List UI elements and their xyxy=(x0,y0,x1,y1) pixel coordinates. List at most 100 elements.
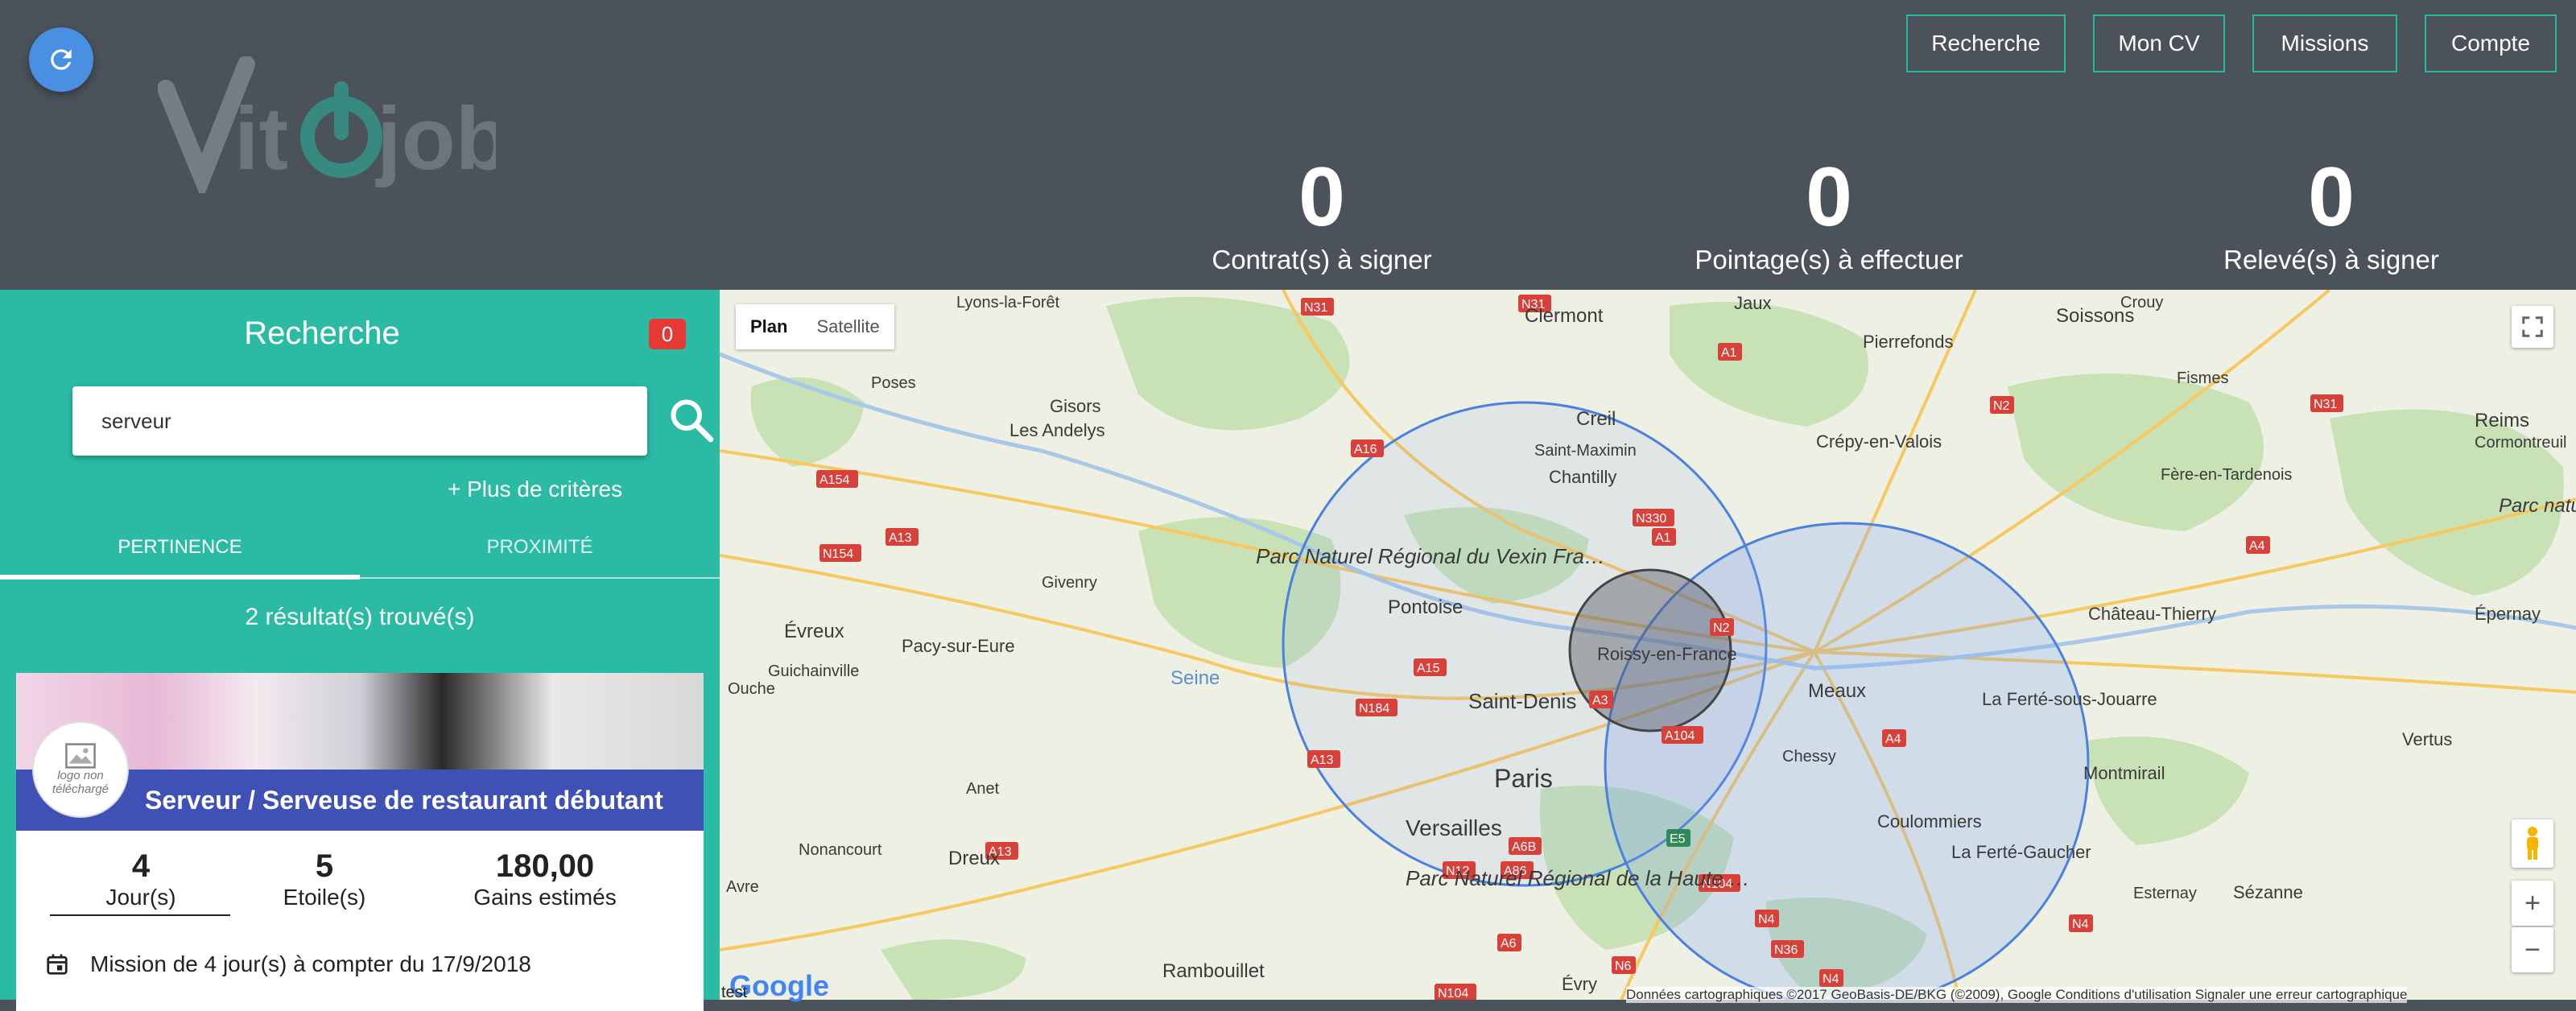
place-label: Meaux xyxy=(1808,680,1866,702)
card-stat-days-value: 4 xyxy=(131,848,151,884)
place-label: Pontoise xyxy=(1388,596,1463,618)
place-label: Évry xyxy=(1562,974,1597,994)
nav-mon-cv-button[interactable]: Mon CV xyxy=(2093,14,2225,72)
road-label: A4 xyxy=(2249,539,2265,553)
more-criteria-link[interactable]: + Plus de critères xyxy=(448,477,622,502)
stat-pointages-label: Pointage(s) à effectuer xyxy=(1695,245,1963,274)
minus-icon: − xyxy=(2524,934,2541,965)
place-label: Parc naturel régional de la Montag… xyxy=(2499,495,2576,517)
stat-pointages[interactable]: 0 Pointage(s) à effectuer xyxy=(1628,153,2030,275)
place-label: Anet xyxy=(966,780,1000,798)
tab-proximite[interactable]: PROXIMITÉ xyxy=(360,531,720,580)
road-label: N6 xyxy=(1615,959,1632,973)
map-attribution[interactable]: Données cartographiques ©2017 GeoBasis-D… xyxy=(1626,987,2408,1003)
place-label: Épernay xyxy=(2475,604,2541,624)
stat-contrats[interactable]: 0 Contrat(s) à signer xyxy=(1121,153,1523,275)
card-stat-stars-value: 5 xyxy=(315,848,334,884)
road-label: E5 xyxy=(1670,832,1686,846)
road-label: N154 xyxy=(823,547,853,561)
street-view-button[interactable] xyxy=(2512,819,2553,868)
road-label: N104 xyxy=(1438,987,1468,1000)
nav-compte-button[interactable]: Compte xyxy=(2425,14,2557,72)
place-label: Ouche xyxy=(728,680,775,698)
place-label: Saint-Maximin xyxy=(1534,442,1637,460)
card-stat-stars: 5 Etoile(s) xyxy=(232,848,417,910)
place-label: Fère-en-Tardenois xyxy=(2161,466,2292,484)
card-stat-earnings: 180,00 Gains estimés xyxy=(452,848,638,910)
vitojob-logo: it job xyxy=(158,56,496,193)
place-label: Avre xyxy=(726,878,759,896)
road-label: N4 xyxy=(2072,918,2089,931)
pegman-icon xyxy=(2527,827,2538,860)
stat-pointages-value: 0 xyxy=(1806,151,1852,244)
place-label: Parc Naturel Régional de la Haute … xyxy=(1406,866,1750,890)
road-label: N330 xyxy=(1636,512,1666,526)
road-label: A13 xyxy=(1311,753,1334,767)
map[interactable]: N31 N31 A1 N2 N31 A16 A154 A13 N154 A1 N330 A4 A15 N2… xyxy=(720,290,2576,1000)
place-label: Versailles xyxy=(1406,815,1502,840)
place-label: Dreux xyxy=(948,848,1000,869)
road-label: A4 xyxy=(1885,732,1901,746)
results-badge: 0 xyxy=(649,319,686,349)
place-label: Évreux xyxy=(784,621,844,642)
road-label: A6 xyxy=(1501,937,1517,951)
search-button[interactable] xyxy=(665,390,718,451)
map-type-satellite-button[interactable]: Satellite xyxy=(802,316,894,337)
place-label: La Ferté-sous-Jouarre xyxy=(1982,689,2157,709)
mission-info: Mission de 4 jour(s) à compter du 17/9/2… xyxy=(45,951,531,977)
place-label: Paris xyxy=(1494,764,1553,793)
place-label: Parc Naturel Régional du Vexin Fra… xyxy=(1256,544,1605,568)
mission-card[interactable]: logo non téléchargé Serveur / Serveuse d… xyxy=(16,673,704,1011)
plus-icon: + xyxy=(2524,887,2541,918)
place-label: La Ferté-Gaucher xyxy=(1951,842,2091,862)
card-stat-earnings-label: Gains estimés xyxy=(473,885,617,910)
place-label: Crépy-en-Valois xyxy=(1816,431,1942,452)
place-label: Vertus xyxy=(2402,729,2452,749)
place-label: Roissy-en-France xyxy=(1597,644,1737,664)
search-input[interactable] xyxy=(72,386,647,456)
place-label: Pierrefonds xyxy=(1863,332,1954,352)
place-label: Reims xyxy=(2475,410,2529,431)
place-label: Gisors xyxy=(1050,396,1101,416)
place-label: Cormontreuil xyxy=(2475,434,2566,452)
sidebar-title: Recherche xyxy=(244,316,400,351)
zoom-out-button[interactable]: − xyxy=(2512,927,2553,972)
nav-recherche-button[interactable]: Recherche xyxy=(1906,14,2066,72)
svg-text:it: it xyxy=(234,89,288,188)
place-label: Creil xyxy=(1576,408,1616,430)
place-label: Nonancourt xyxy=(799,841,882,859)
road-label: A13 xyxy=(889,531,912,545)
map-type-control[interactable]: Plan Satellite xyxy=(736,304,894,349)
map-canvas[interactable]: N31 N31A1N2 N31A16A154A13N154A1N330A4A15N2… xyxy=(720,290,2576,1000)
road-label: A154 xyxy=(819,473,849,487)
card-stat-earnings-value: 180,00 xyxy=(495,848,595,884)
road-label: N2 xyxy=(1993,399,2010,413)
road-label: N31 xyxy=(2314,398,2337,411)
card-stat-stars-label: Etoile(s) xyxy=(283,885,366,910)
stat-releves-value: 0 xyxy=(2308,151,2355,244)
mission-info-text: Mission de 4 jour(s) à compter du 17/9/2… xyxy=(90,951,531,976)
road-label: A1 xyxy=(1721,346,1737,360)
fullscreen-button[interactable] xyxy=(2512,306,2553,348)
place-label: Esternay xyxy=(2133,885,2197,902)
stat-contrats-value: 0 xyxy=(1298,151,1345,244)
road-label: A3 xyxy=(1592,694,1608,708)
place-label: Chantilly xyxy=(1549,467,1616,487)
nav-missions-button[interactable]: Missions xyxy=(2252,14,2397,72)
place-label: Saint-Denis xyxy=(1468,689,1576,713)
svg-text:job: job xyxy=(375,89,496,188)
stat-releves-label: Relevé(s) à signer xyxy=(2223,245,2439,274)
stat-releves[interactable]: 0 Relevé(s) à signer xyxy=(2130,153,2533,275)
place-label: Seine xyxy=(1170,667,1220,689)
refresh-button[interactable] xyxy=(29,27,93,92)
map-type-plan-button[interactable]: Plan xyxy=(736,316,802,337)
active-tab-indicator xyxy=(0,575,360,580)
stat-contrats-label: Contrat(s) à signer xyxy=(1212,245,1432,274)
road-label: A104 xyxy=(1665,729,1695,743)
road-label: N36 xyxy=(1774,943,1798,957)
search-icon xyxy=(671,399,714,443)
tab-pertinence[interactable]: PERTINENCE xyxy=(0,531,360,580)
company-logo-placeholder: logo non téléchargé xyxy=(32,721,129,818)
zoom-in-button[interactable]: + xyxy=(2512,881,2553,926)
card-stat-days-label: Jour(s) xyxy=(105,885,176,910)
